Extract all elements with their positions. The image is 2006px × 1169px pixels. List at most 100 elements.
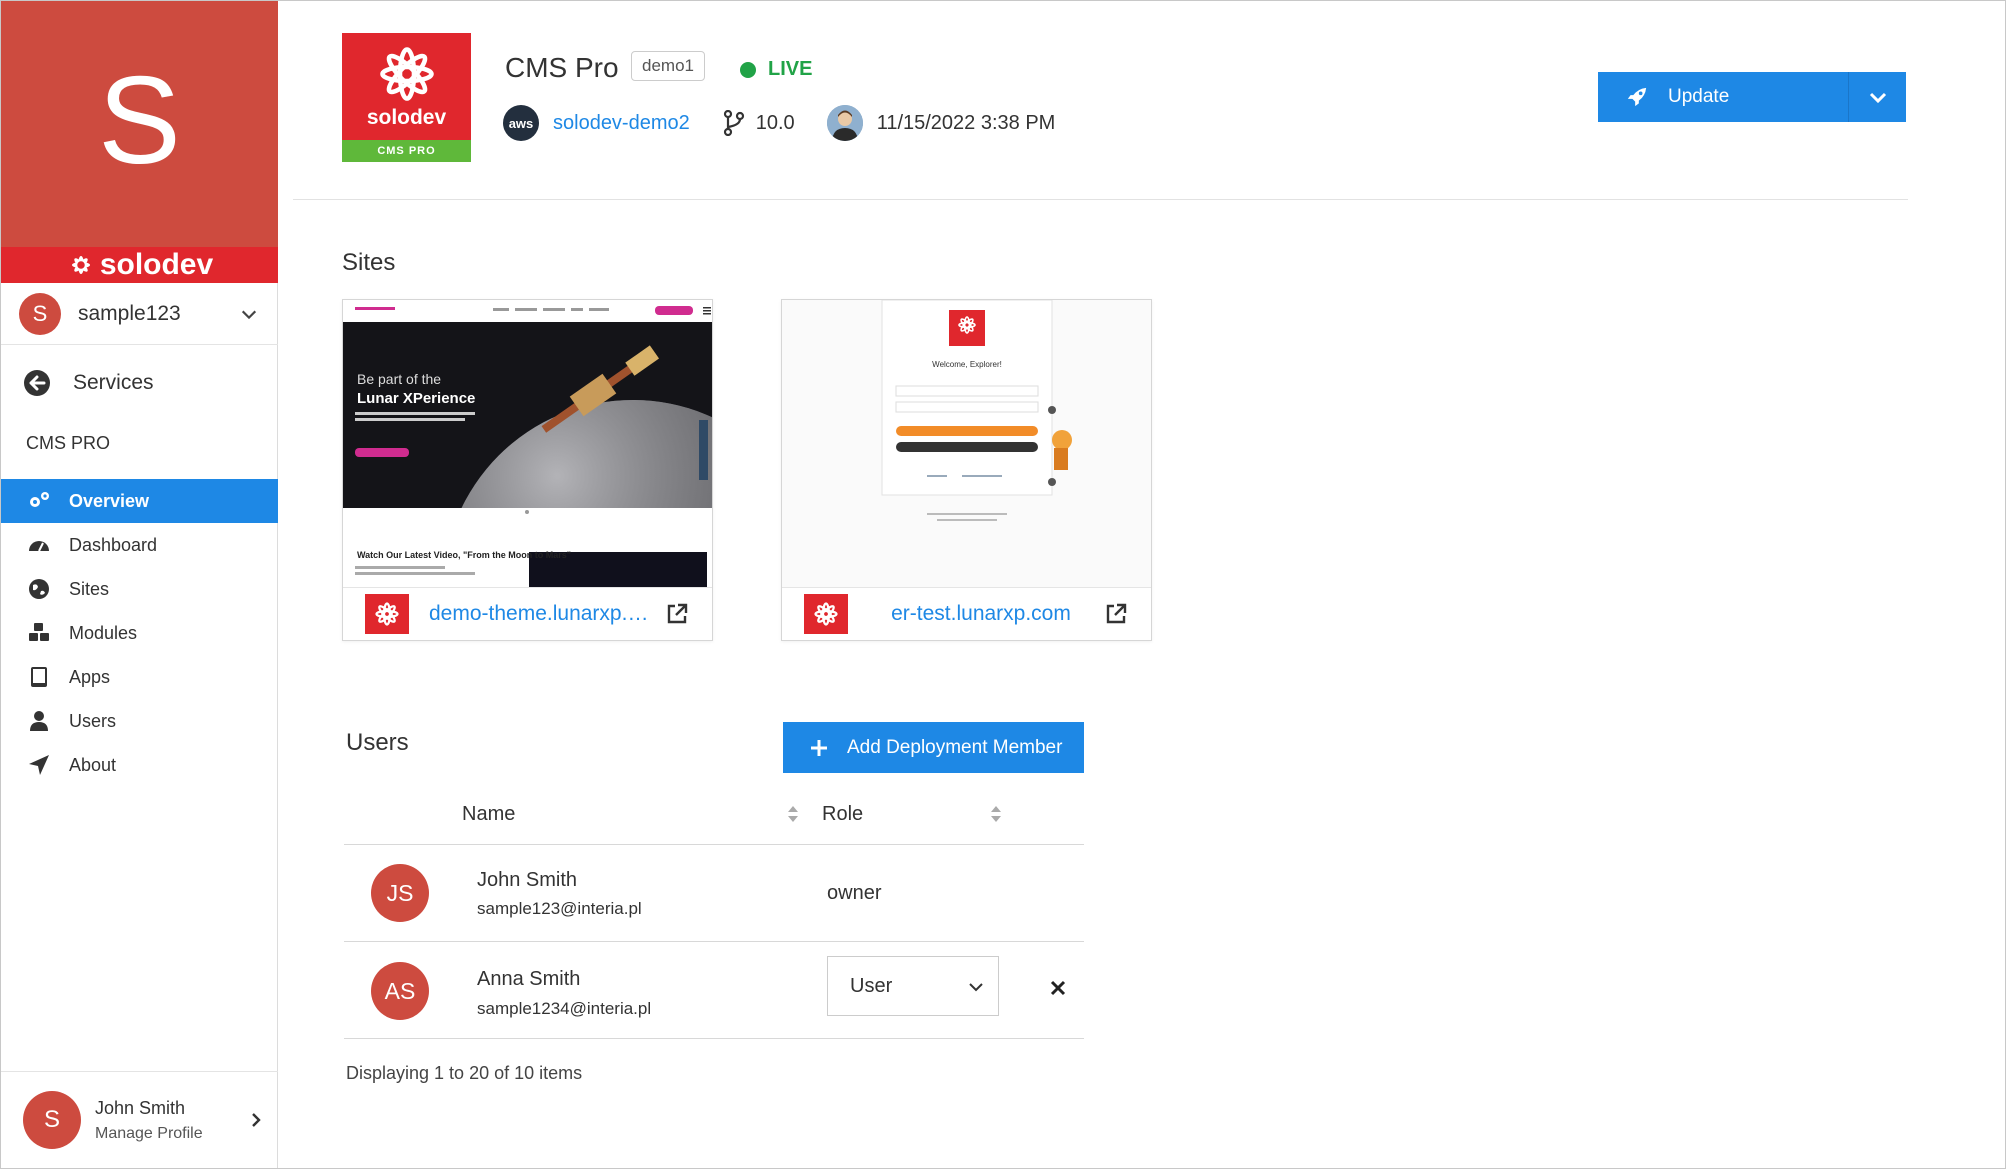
tablet-icon bbox=[25, 664, 53, 690]
sidebar-item-apps[interactable]: Apps bbox=[1, 655, 278, 699]
sidebar-item-label: Sites bbox=[69, 578, 110, 599]
account-name: sample123 bbox=[78, 301, 181, 325]
user-avatar: AS bbox=[371, 962, 429, 1020]
thumb-welcome-text: Welcome, Explorer! bbox=[932, 360, 1002, 369]
header-divider bbox=[293, 199, 1908, 200]
user-name: Anna Smith bbox=[477, 968, 581, 990]
sidebar-nav: Overview Dashboard Sites Modules Apps Us… bbox=[1, 479, 278, 787]
solodev-flower-icon bbox=[380, 47, 434, 101]
sidebar-item-label: Modules bbox=[69, 622, 138, 643]
sidebar-item-label: Dashboard bbox=[69, 534, 158, 555]
site-card-footer: demo-theme.lunarxp.com bbox=[343, 587, 712, 640]
cms-pro-logo: solodev CMS PRO bbox=[342, 33, 471, 162]
sidebar-item-overview[interactable]: Overview bbox=[1, 479, 278, 523]
user-icon bbox=[25, 708, 53, 734]
site-card[interactable]: Be part of the Lunar XPerience Watch Our… bbox=[342, 299, 713, 641]
solodev-logo: solodev bbox=[1, 247, 278, 283]
dashboard-icon bbox=[25, 532, 53, 558]
chevron-down-icon bbox=[1869, 92, 1886, 104]
column-header-name[interactable]: Name bbox=[462, 803, 515, 826]
site-logo-icon bbox=[365, 594, 409, 634]
sort-icon[interactable] bbox=[989, 803, 1003, 825]
profile-avatar: S bbox=[23, 1091, 81, 1149]
update-button[interactable]: Update bbox=[1598, 72, 1848, 122]
account-avatar: S bbox=[19, 292, 61, 335]
live-dot-icon bbox=[740, 61, 756, 78]
site-thumbnail[interactable]: Be part of the Lunar XPerience Watch Our… bbox=[343, 300, 712, 587]
env-badge: demo1 bbox=[631, 51, 705, 81]
users-table: Name Role JS John Smith sample123@interi… bbox=[344, 787, 1084, 1039]
globe-icon bbox=[25, 576, 53, 602]
chevron-down-icon bbox=[241, 310, 257, 319]
table-header: Name Role bbox=[344, 787, 1084, 845]
user-email: sample123@interia.pl bbox=[477, 899, 642, 918]
section-label: CMS PRO bbox=[26, 433, 111, 453]
user-avatar: JS bbox=[371, 864, 429, 922]
update-label: Update bbox=[1668, 86, 1730, 107]
site-url-link[interactable]: er-test.lunarxp.com bbox=[868, 602, 1094, 626]
site-card[interactable]: Welcome, Explorer! er-test.lunarxp.com bbox=[781, 299, 1152, 641]
sidebar-item-sites[interactable]: Sites bbox=[1, 567, 278, 611]
account-letter: S bbox=[98, 52, 181, 190]
profile-subtitle: Manage Profile bbox=[95, 1124, 203, 1142]
modules-icon bbox=[25, 620, 53, 646]
pagination-summary: Displaying 1 to 20 of 10 items bbox=[346, 1063, 583, 1083]
external-link-icon[interactable] bbox=[1104, 602, 1128, 626]
column-header-role[interactable]: Role bbox=[822, 803, 863, 826]
account-brand-block: S bbox=[1, 1, 278, 247]
update-dropdown-toggle[interactable] bbox=[1848, 72, 1906, 122]
user-name: John Smith bbox=[477, 869, 578, 891]
sidebar-item-label: About bbox=[69, 754, 117, 775]
users-heading: Users bbox=[346, 729, 409, 756]
paper-plane-icon bbox=[25, 752, 53, 778]
site-thumbnail[interactable]: Welcome, Explorer! bbox=[782, 300, 1151, 587]
aws-icon: aws bbox=[503, 105, 539, 141]
role-select[interactable]: User bbox=[827, 956, 999, 1016]
table-row: AS Anna Smith sample1234@interia.pl User bbox=[344, 942, 1084, 1039]
logo-wordmark: solodev bbox=[366, 106, 447, 129]
profile-text: John Smith Manage Profile bbox=[95, 1098, 248, 1143]
table-row: JS John Smith sample123@interia.pl owner bbox=[344, 845, 1084, 942]
external-link-icon[interactable] bbox=[665, 602, 689, 626]
plus-icon bbox=[811, 739, 827, 756]
status-text: LIVE bbox=[768, 58, 813, 80]
remove-member-icon[interactable] bbox=[1049, 979, 1067, 997]
version-number: 10.0 bbox=[755, 111, 795, 134]
user-photo-avatar bbox=[826, 105, 863, 141]
arrow-circle-left-icon bbox=[24, 370, 50, 396]
sidebar-item-modules[interactable]: Modules bbox=[1, 611, 278, 655]
thumb-headline-1: Be part of the bbox=[357, 371, 441, 387]
add-deployment-member-button[interactable]: Add Deployment Member bbox=[783, 722, 1084, 773]
logo-band: CMS PRO bbox=[342, 140, 471, 162]
thumb-headline-2: Lunar XPerience bbox=[357, 390, 475, 407]
account-switcher[interactable]: S sample123 bbox=[1, 283, 278, 345]
sidebar-item-label: Overview bbox=[69, 490, 150, 511]
gears-icon bbox=[25, 488, 53, 514]
sites-heading: Sites bbox=[342, 249, 396, 276]
back-label: Services bbox=[73, 371, 154, 394]
profile-name: John Smith bbox=[95, 1097, 186, 1118]
deployment-meta: aws solodev-demo2 10.0 11/15/2022 3:38 P… bbox=[503, 105, 1055, 141]
stack-link[interactable]: solodev-demo2 bbox=[553, 112, 690, 135]
sidebar-item-about[interactable]: About bbox=[1, 743, 278, 787]
site-card-footer: er-test.lunarxp.com bbox=[782, 587, 1151, 640]
role-select-value: User bbox=[850, 974, 893, 997]
thumb-subheadline: Watch Our Latest Video, "From the Moon t… bbox=[357, 550, 571, 560]
solodev-wordmark: solodev bbox=[99, 248, 214, 281]
chevron-right-icon bbox=[252, 1113, 261, 1127]
user-role: owner bbox=[827, 882, 882, 904]
back-to-services[interactable]: Services bbox=[1, 363, 278, 403]
sidebar-item-dashboard[interactable]: Dashboard bbox=[1, 523, 278, 567]
add-member-label: Add Deployment Member bbox=[847, 736, 1063, 758]
sidebar-item-users[interactable]: Users bbox=[1, 699, 278, 743]
sort-icon[interactable] bbox=[786, 803, 800, 825]
site-url-link[interactable]: demo-theme.lunarxp.com bbox=[429, 602, 655, 626]
code-branch-icon bbox=[723, 110, 744, 136]
status-indicator: LIVE bbox=[740, 58, 812, 81]
sidebar-item-label: Apps bbox=[69, 666, 111, 687]
chevron-down-icon bbox=[969, 983, 983, 992]
user-email: sample1234@interia.pl bbox=[477, 999, 652, 1018]
manage-profile[interactable]: S John Smith Manage Profile bbox=[1, 1071, 278, 1168]
update-split-button: Update bbox=[1598, 72, 1906, 122]
deploy-date: 11/15/2022 3:38 PM bbox=[876, 111, 1056, 134]
